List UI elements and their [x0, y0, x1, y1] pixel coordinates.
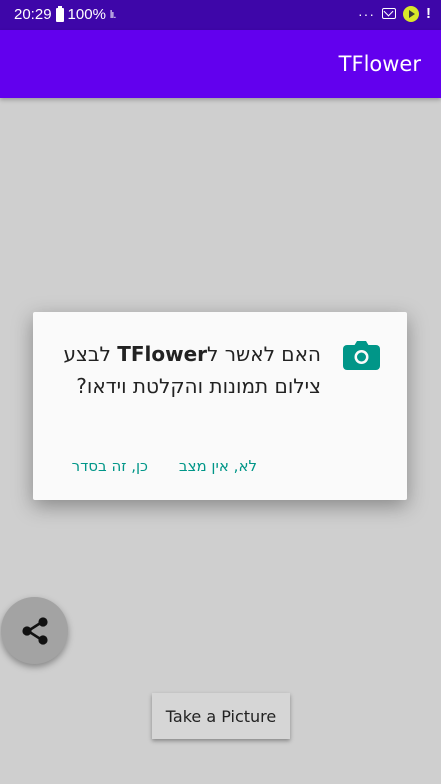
allow-button[interactable]: כן, זה בסדר: [72, 457, 148, 475]
status-bar-right: ··· !: [358, 5, 431, 22]
signal-icon: lı.: [109, 8, 116, 21]
share-button[interactable]: [1, 597, 68, 664]
status-bar-left: 20:29 100% lı.: [14, 5, 116, 23]
app-title: TFlower: [338, 52, 421, 76]
dialog-app-name: TFlower: [117, 342, 208, 366]
status-time: 20:29: [14, 6, 52, 23]
mail-icon: [382, 8, 396, 19]
dialog-message-prefix: האם לאשר ל: [207, 342, 321, 366]
battery-percentage: 100%: [67, 6, 106, 23]
app-bar: TFlower: [0, 30, 441, 98]
play-icon: [403, 5, 419, 22]
battery-icon: [55, 5, 64, 22]
dialog-actions: לא, אין מצב כן, זה בסדר: [33, 457, 407, 481]
status-bar: 20:29 100% lı. ··· !: [0, 0, 441, 30]
permission-dialog: האם לאשר לTFlower לבצע צילום תמונות והקל…: [33, 312, 407, 500]
alert-icon: !: [426, 5, 431, 22]
dialog-message: האם לאשר לTFlower לבצע צילום תמונות והקל…: [51, 338, 321, 402]
share-icon: [22, 617, 48, 645]
take-picture-button[interactable]: Take a Picture: [152, 693, 290, 739]
deny-button[interactable]: לא, אין מצב: [179, 457, 257, 475]
more-dots-icon: ···: [358, 5, 375, 22]
camera-icon: [343, 341, 380, 370]
